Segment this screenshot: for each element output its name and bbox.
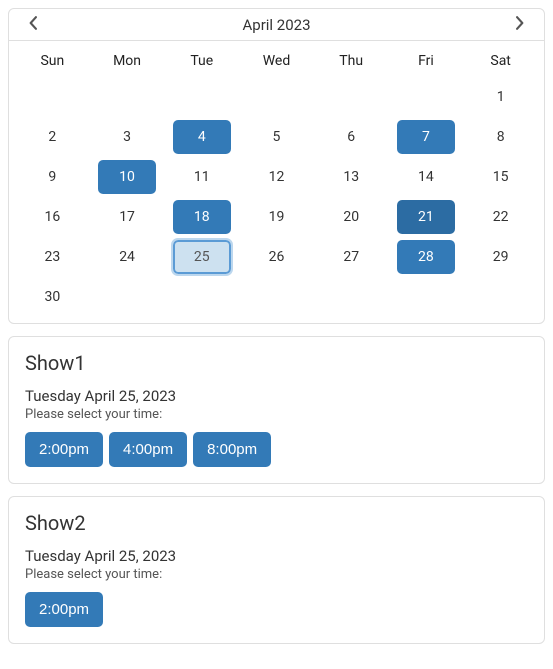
- day-cell[interactable]: 24: [90, 237, 165, 277]
- day-cell-blank: [314, 77, 389, 117]
- show-date: Tuesday April 25, 2023: [25, 547, 528, 565]
- day-number: 4: [173, 120, 231, 154]
- day-cell[interactable]: 7: [389, 117, 464, 157]
- day-number: 30: [15, 280, 90, 314]
- day-number: 3: [90, 120, 165, 154]
- day-cell-blank: [239, 77, 314, 117]
- show-title: Show2: [25, 511, 528, 535]
- chevron-right-icon: [515, 16, 525, 33]
- day-cell-blank: [164, 77, 239, 117]
- day-cell[interactable]: 25: [164, 237, 239, 277]
- day-number: 9: [15, 160, 90, 194]
- days-grid: 1234567891011121314151617181920212223242…: [9, 77, 544, 323]
- day-number: 14: [389, 160, 464, 194]
- day-number: 26: [239, 240, 314, 274]
- day-cell[interactable]: 27: [314, 237, 389, 277]
- day-number: 8: [463, 120, 538, 154]
- day-cell[interactable]: 2: [15, 117, 90, 157]
- chevron-left-icon: [28, 16, 38, 33]
- day-cell-blank: [389, 77, 464, 117]
- day-cell[interactable]: 15: [463, 157, 538, 197]
- day-cell: 21: [389, 197, 464, 237]
- day-number: 28: [397, 240, 455, 274]
- day-cell[interactable]: 28: [389, 237, 464, 277]
- weekday-label: Tue: [164, 47, 239, 75]
- weekday-label: Sat: [463, 47, 538, 75]
- day-number: 21: [397, 200, 455, 234]
- time-button-row: 2:00pm4:00pm8:00pm: [25, 432, 528, 467]
- day-cell-blank: [90, 77, 165, 117]
- day-cell[interactable]: 19: [239, 197, 314, 237]
- day-number: 22: [463, 200, 538, 234]
- show-date: Tuesday April 25, 2023: [25, 387, 528, 405]
- day-cell[interactable]: 20: [314, 197, 389, 237]
- time-button[interactable]: 2:00pm: [25, 432, 103, 467]
- day-number: 29: [463, 240, 538, 274]
- calendar-header: April 2023: [9, 9, 544, 41]
- time-button[interactable]: 4:00pm: [109, 432, 187, 467]
- month-title: April 2023: [47, 16, 506, 34]
- day-number: 1: [463, 80, 538, 114]
- day-number: 10: [98, 160, 156, 194]
- day-cell[interactable]: 22: [463, 197, 538, 237]
- day-cell[interactable]: 16: [15, 197, 90, 237]
- day-cell[interactable]: 5: [239, 117, 314, 157]
- day-cell[interactable]: 30: [15, 277, 90, 317]
- day-number: 16: [15, 200, 90, 234]
- day-cell[interactable]: 6: [314, 117, 389, 157]
- day-cell[interactable]: 9: [15, 157, 90, 197]
- day-number: 7: [397, 120, 455, 154]
- day-number: 25: [173, 240, 231, 274]
- day-number: 15: [463, 160, 538, 194]
- day-cell[interactable]: 11: [164, 157, 239, 197]
- time-button[interactable]: 2:00pm: [25, 592, 103, 627]
- next-month-button[interactable]: [506, 13, 534, 37]
- day-cell[interactable]: 4: [164, 117, 239, 157]
- show-instruction: Please select your time:: [25, 407, 528, 422]
- day-number: 24: [90, 240, 165, 274]
- day-cell[interactable]: 1: [463, 77, 538, 117]
- day-number: 6: [314, 120, 389, 154]
- weekday-label: Fri: [389, 47, 464, 75]
- day-number: 12: [239, 160, 314, 194]
- day-number: 2: [15, 120, 90, 154]
- day-cell[interactable]: 3: [90, 117, 165, 157]
- weekday-label: Wed: [239, 47, 314, 75]
- calendar-card: April 2023 SunMonTueWedThuFriSat 1234567…: [8, 8, 545, 324]
- weekday-label: Mon: [90, 47, 165, 75]
- time-button[interactable]: 8:00pm: [193, 432, 271, 467]
- day-cell[interactable]: 29: [463, 237, 538, 277]
- weekday-label: Thu: [314, 47, 389, 75]
- day-number: 18: [173, 200, 231, 234]
- day-cell-blank: [15, 77, 90, 117]
- day-number: 13: [314, 160, 389, 194]
- day-number: 20: [314, 200, 389, 234]
- day-number: 11: [164, 160, 239, 194]
- prev-month-button[interactable]: [19, 13, 47, 37]
- day-number: 5: [239, 120, 314, 154]
- day-cell[interactable]: 14: [389, 157, 464, 197]
- show-title: Show1: [25, 351, 528, 375]
- show-instruction: Please select your time:: [25, 567, 528, 582]
- weekday-label: Sun: [15, 47, 90, 75]
- show-card: Show2 Tuesday April 25, 2023 Please select…: [8, 496, 545, 644]
- day-cell[interactable]: 13: [314, 157, 389, 197]
- day-number: 23: [15, 240, 90, 274]
- day-number: 19: [239, 200, 314, 234]
- weekday-row: SunMonTueWedThuFriSat: [9, 41, 544, 77]
- day-cell[interactable]: 17: [90, 197, 165, 237]
- day-number: 27: [314, 240, 389, 274]
- time-button-row: 2:00pm: [25, 592, 528, 627]
- day-number: 17: [90, 200, 165, 234]
- day-cell[interactable]: 12: [239, 157, 314, 197]
- show-card: Show1 Tuesday April 25, 2023 Please select…: [8, 336, 545, 484]
- day-cell[interactable]: 26: [239, 237, 314, 277]
- day-cell[interactable]: 8: [463, 117, 538, 157]
- day-cell[interactable]: 18: [164, 197, 239, 237]
- day-cell[interactable]: 23: [15, 237, 90, 277]
- day-cell[interactable]: 10: [90, 157, 165, 197]
